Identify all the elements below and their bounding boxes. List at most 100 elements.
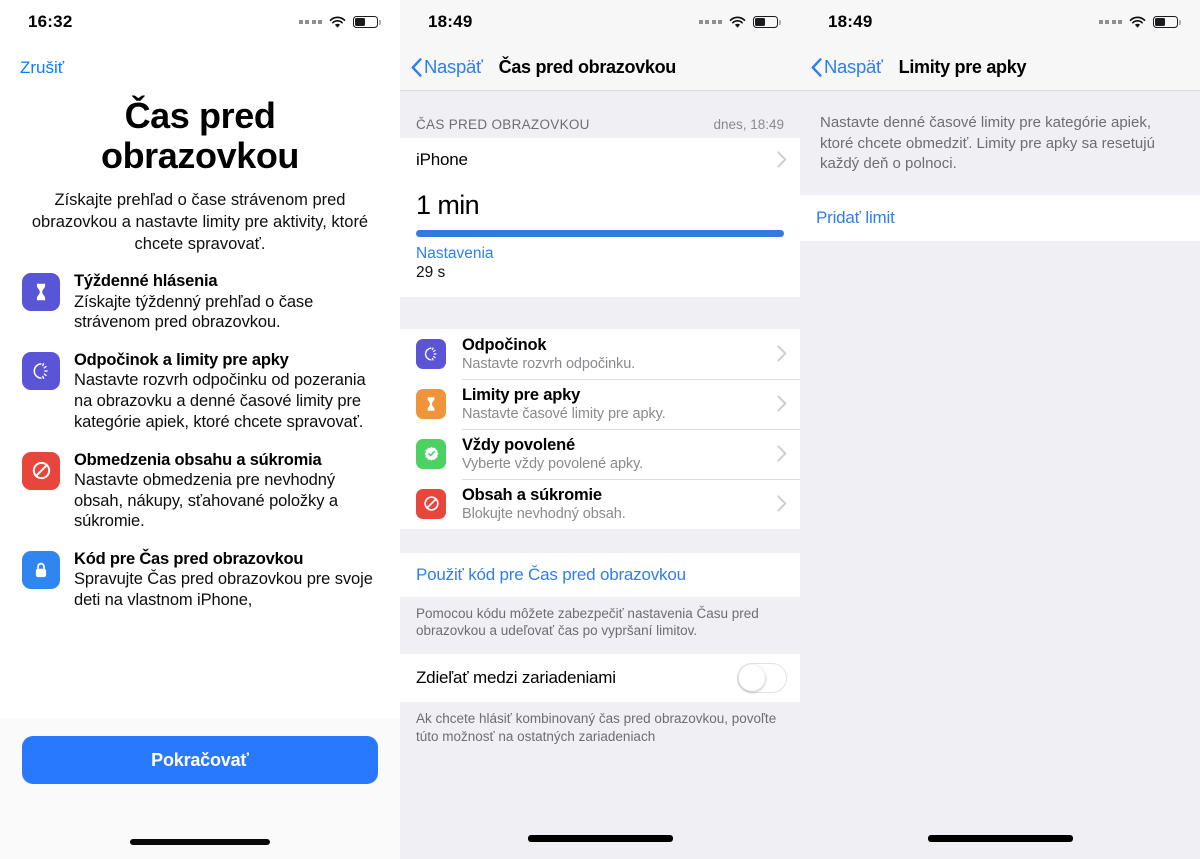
usage-total-time: 1 min bbox=[416, 190, 480, 220]
navigation-bar: Naspäť Limity pre apky bbox=[800, 44, 1200, 91]
continue-button[interactable]: Pokračovať bbox=[22, 736, 378, 784]
menu-item-sub: Nastavte časové limity pre apky. bbox=[462, 405, 666, 422]
add-limit-row[interactable]: Pridať limit bbox=[800, 195, 1200, 242]
chevron-right-icon bbox=[777, 495, 787, 512]
list-item: Kód pre Čas pred obrazovkou Spravujte Ča… bbox=[22, 549, 382, 611]
feature-list: Týždenné hlásenia Získajte týždenný preh… bbox=[0, 255, 400, 610]
list-item-desc: Získajte týždenný prehľad o čase stráven… bbox=[74, 292, 314, 332]
status-indicators bbox=[1098, 15, 1181, 29]
list-item: Týždenné hlásenia Získajte týždenný preh… bbox=[22, 271, 382, 333]
screenshot-root: 16:32 Zrušiť Čas pred obrazovkou Získajt… bbox=[0, 0, 1200, 859]
page-title: Limity pre apky bbox=[898, 56, 1027, 77]
status-bar: 18:49 bbox=[800, 0, 1200, 44]
section-header-screen-time: ČAS PRED OBRAZOVKOU dnes, 18:49 bbox=[400, 91, 800, 138]
continue-bar: Pokračovať bbox=[0, 718, 400, 859]
app-limits-scroll-area[interactable]: Nastavte denné časové limity pre kategór… bbox=[800, 91, 1200, 859]
chevron-right-icon bbox=[777, 151, 787, 168]
menu-item-always-allowed[interactable]: Vždy povolené Vyberte vždy povolené apky… bbox=[400, 428, 800, 479]
panel-screen-time-settings: 18:49 Naspäť Čas pred obrazovkou ČAS PRE… bbox=[400, 0, 800, 859]
battery-icon bbox=[753, 16, 781, 28]
status-time: 18:49 bbox=[828, 12, 873, 31]
back-label: Naspäť bbox=[424, 56, 483, 77]
share-across-devices-label: Zdieľať medzi zariadeniami bbox=[416, 668, 616, 688]
status-time: 18:49 bbox=[428, 12, 473, 31]
passcode-footer-note: Pomocou kódu môžete zabezpečiť nastaveni… bbox=[400, 596, 800, 655]
battery-icon bbox=[1153, 16, 1181, 28]
screen-time-menu-group: Odpočinok Nastavte rozvrh odpočinku. Lim… bbox=[400, 328, 800, 529]
menu-item-title: Obsah a súkromie bbox=[462, 485, 602, 504]
panel-app-limits: 18:49 Naspäť Limity pre apky Nastavte de… bbox=[800, 0, 1200, 859]
status-bar: 18:49 bbox=[400, 0, 800, 44]
menu-item-title: Vždy povolené bbox=[462, 435, 575, 454]
device-label: iPhone bbox=[416, 149, 468, 169]
usage-summary[interactable]: 1 min Nastavenia 29 s bbox=[400, 181, 800, 297]
signal-dots-icon bbox=[298, 20, 322, 24]
settings-scroll-area[interactable]: ČAS PRED OBRAZOVKOU dnes, 18:49 iPhone 1… bbox=[400, 91, 800, 859]
cancel-button[interactable]: Zrušiť bbox=[0, 44, 84, 78]
use-passcode-label: Použiť kód pre Čas pred obrazovkou bbox=[416, 564, 686, 584]
menu-item-title: Odpočinok bbox=[462, 335, 547, 354]
wifi-icon bbox=[329, 15, 346, 29]
back-label: Naspäť bbox=[824, 56, 883, 77]
chevron-left-icon bbox=[811, 57, 822, 77]
navigation-bar: Naspäť Čas pred obrazovkou bbox=[400, 44, 800, 91]
downtime-moon-icon bbox=[416, 338, 446, 369]
chevron-left-icon bbox=[411, 57, 422, 77]
list-item: Odpočinok a limity pre apky Nastavte roz… bbox=[22, 350, 382, 432]
section-gap bbox=[400, 528, 800, 553]
usage-app-duration: 29 s bbox=[416, 264, 446, 282]
downtime-moon-icon bbox=[22, 352, 60, 391]
toggle-knob bbox=[739, 665, 765, 692]
device-row[interactable]: iPhone bbox=[400, 138, 800, 181]
section-header-label: ČAS PRED OBRAZOVKOU bbox=[416, 117, 590, 132]
panel-screen-time-intro: 16:32 Zrušiť Čas pred obrazovkou Získajt… bbox=[0, 0, 400, 859]
status-time: 16:32 bbox=[28, 12, 73, 31]
page-title: Čas pred obrazovkou bbox=[498, 56, 677, 77]
wifi-icon bbox=[1129, 15, 1146, 29]
menu-item-sub: Vyberte vždy povolené apky. bbox=[462, 455, 644, 472]
usage-group: iPhone 1 min Nastavenia 29 s bbox=[400, 138, 800, 297]
back-button[interactable]: Naspäť bbox=[400, 56, 483, 78]
usage-app-name: Nastavenia bbox=[416, 245, 494, 262]
hourglass-icon bbox=[22, 273, 60, 312]
menu-item-content-privacy[interactable]: Obsah a súkromie Blokujte nevhodný obsah… bbox=[400, 478, 800, 529]
list-item-desc: Spravujte Čas pred obrazovkou pre svoje … bbox=[74, 570, 373, 609]
share-across-devices-toggle[interactable] bbox=[737, 663, 787, 694]
prohibited-icon bbox=[22, 451, 60, 490]
battery-icon bbox=[353, 16, 381, 28]
home-indicator bbox=[130, 839, 270, 845]
use-passcode-row[interactable]: Použiť kód pre Čas pred obrazovkou bbox=[400, 552, 800, 597]
chevron-right-icon bbox=[777, 345, 787, 362]
home-indicator bbox=[527, 835, 673, 842]
prohibited-icon bbox=[416, 488, 446, 519]
list-item-desc: Nastavte obmedzenia pre nevhodný obsah, … bbox=[74, 470, 338, 531]
home-indicator bbox=[927, 835, 1073, 842]
signal-dots-icon bbox=[1098, 20, 1122, 24]
status-indicators bbox=[298, 15, 381, 29]
page-title: Čas pred obrazovkou bbox=[100, 95, 300, 177]
menu-item-app-limits[interactable]: Limity pre apky Nastavte časové limity p… bbox=[400, 378, 800, 429]
hourglass-icon bbox=[416, 388, 446, 419]
usage-progress-bar bbox=[416, 230, 784, 237]
menu-item-title: Limity pre apky bbox=[462, 385, 581, 404]
status-bar: 16:32 bbox=[0, 0, 400, 44]
status-indicators bbox=[698, 15, 781, 29]
app-limits-description: Nastavte denné časové limity pre kategór… bbox=[800, 91, 1200, 196]
menu-item-downtime[interactable]: Odpočinok Nastavte rozvrh odpočinku. bbox=[400, 328, 800, 379]
section-header-date: dnes, 18:49 bbox=[713, 117, 784, 132]
menu-item-sub: Nastavte rozvrh odpočinku. bbox=[462, 355, 636, 372]
share-group: Zdieľať medzi zariadeniami bbox=[400, 654, 800, 703]
list-item-title: Kód pre Čas pred obrazovkou bbox=[74, 550, 304, 569]
add-limit-label: Pridať limit bbox=[816, 208, 895, 228]
list-item-title: Týždenné hlásenia bbox=[74, 272, 218, 291]
back-button[interactable]: Naspäť bbox=[800, 56, 883, 78]
wifi-icon bbox=[729, 15, 746, 29]
list-item-title: Odpočinok a limity pre apky bbox=[74, 351, 289, 370]
list-item: Obmedzenia obsahu a súkromia Nastavte ob… bbox=[22, 450, 382, 532]
chevron-right-icon bbox=[777, 395, 787, 412]
passcode-group: Použiť kód pre Čas pred obrazovkou bbox=[400, 552, 800, 597]
menu-item-sub: Blokujte nevhodný obsah. bbox=[462, 505, 626, 522]
share-across-devices-row[interactable]: Zdieľať medzi zariadeniami bbox=[400, 654, 800, 703]
add-limit-group: Pridať limit bbox=[800, 195, 1200, 242]
share-footer-note: Ak chcete hlásiť kombinovaný čas pred ob… bbox=[400, 702, 800, 761]
